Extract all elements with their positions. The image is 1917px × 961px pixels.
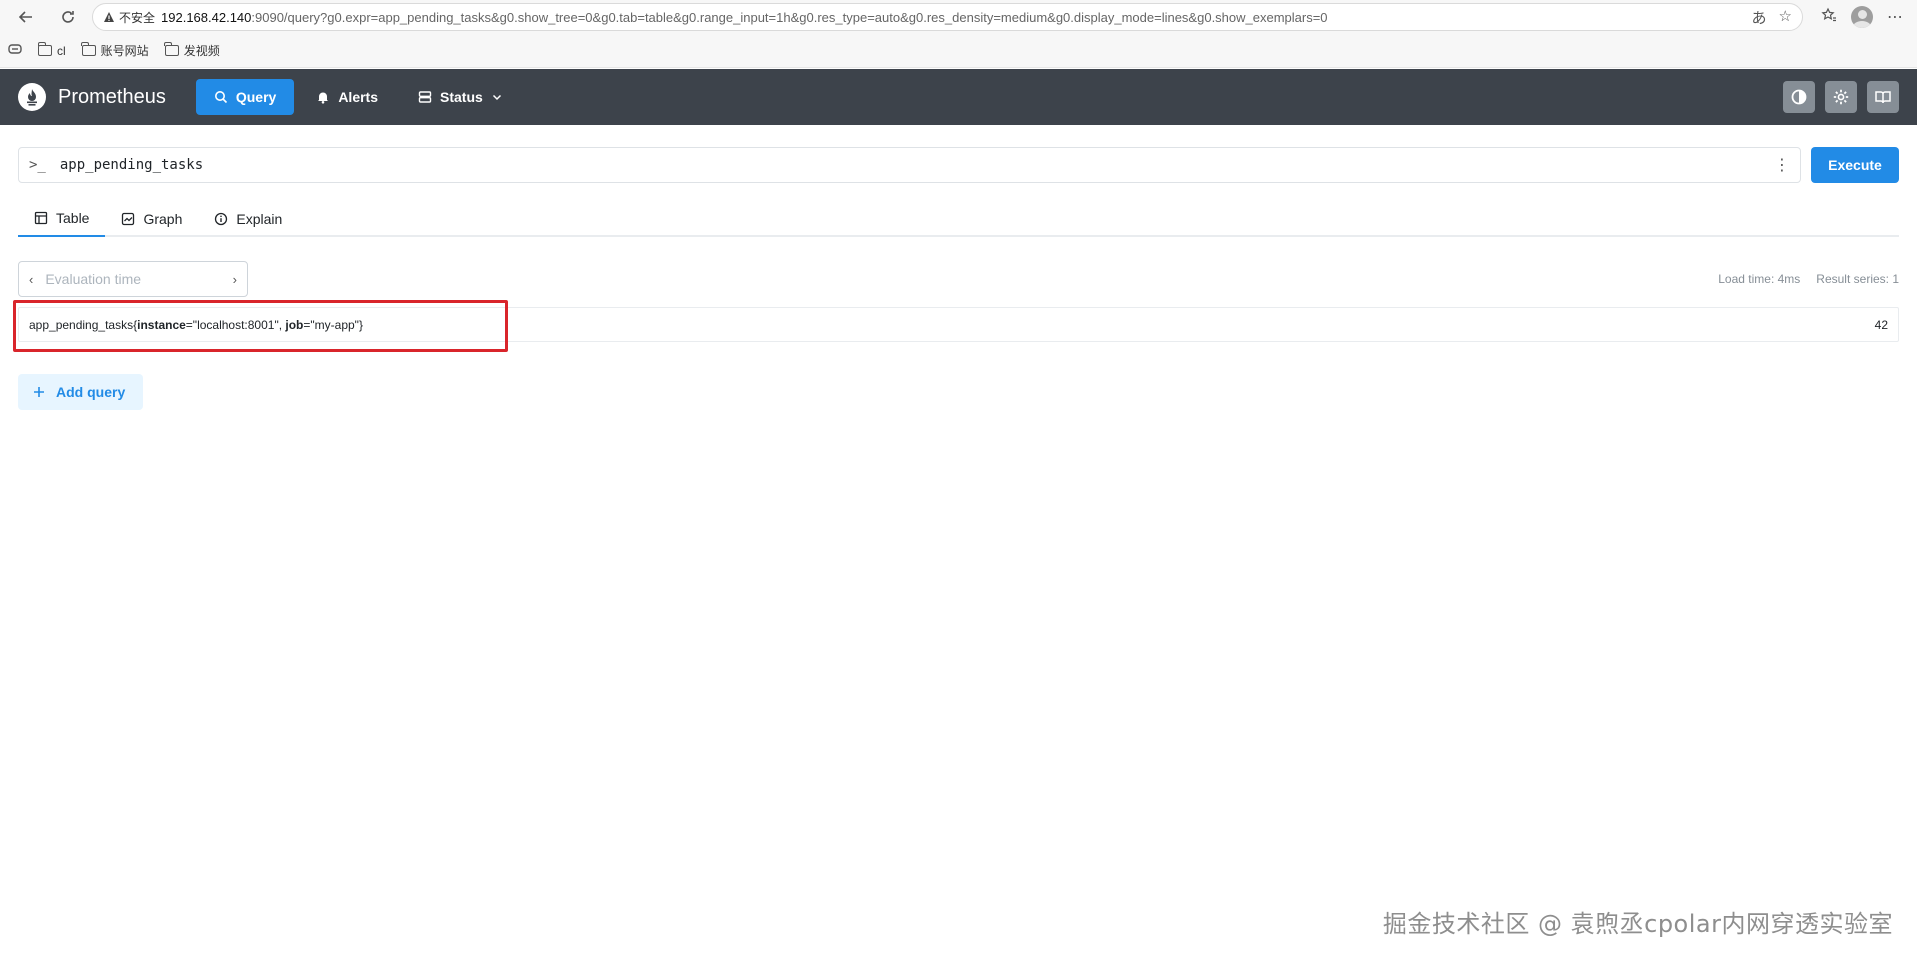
more-options-icon[interactable]: ⋮ (1774, 155, 1790, 175)
url-text: 192.168.42.140:9090/query?g0.expr=app_pe… (161, 10, 1746, 25)
expression-input[interactable]: >_ app_pending_tasks ⋮ (18, 147, 1801, 183)
browser-toolbar: 不安全 192.168.42.140:9090/query?g0.expr=ap… (0, 0, 1917, 34)
brand[interactable]: Prometheus (18, 83, 166, 111)
theme-toggle-button[interactable] (1783, 81, 1815, 113)
nav-query[interactable]: Query (195, 79, 295, 115)
plus-icon (34, 387, 44, 397)
back-button[interactable] (8, 2, 44, 32)
execute-button[interactable]: Execute (1811, 147, 1899, 183)
chevron-right-icon[interactable]: › (233, 272, 237, 287)
nav-status[interactable]: Status (400, 79, 521, 115)
settings-button[interactable] (1825, 81, 1857, 113)
url-host: 192.168.42.140 (161, 9, 252, 25)
nav-alerts-label: Alerts (338, 89, 378, 105)
evaluation-time-picker[interactable]: ‹ Evaluation time › (18, 261, 248, 297)
brand-title: Prometheus (58, 85, 166, 108)
folder-icon (164, 42, 179, 56)
result-tabs: Table Graph Explain (18, 201, 1899, 237)
contrast-icon (1791, 89, 1807, 105)
series-value: 42 (1874, 317, 1888, 332)
chevron-down-icon (492, 94, 501, 101)
tab-graph[interactable]: Graph (105, 201, 198, 237)
bookmark-folder[interactable]: cl (37, 42, 66, 58)
tab-actions-icon[interactable] (8, 43, 22, 58)
info-icon (215, 212, 228, 226)
folder-icon (81, 42, 96, 56)
favorites-icon[interactable] (1821, 7, 1837, 28)
result-series-count: Result series: 1 (1816, 272, 1899, 286)
bookmark-folder[interactable]: 发视频 (164, 42, 220, 59)
tab-table-label: Table (56, 210, 90, 226)
load-time: Load time: 4ms (1718, 272, 1801, 286)
documentation-button[interactable] (1867, 81, 1899, 113)
server-icon (418, 91, 432, 103)
bookmark-folder[interactable]: 账号网站 (81, 42, 149, 59)
security-warning[interactable]: 不安全 (103, 9, 155, 26)
expression-text[interactable]: app_pending_tasks (60, 157, 1760, 173)
address-bar[interactable]: 不安全 192.168.42.140:9090/query?g0.expr=ap… (92, 3, 1803, 31)
result-table: app_pending_tasks{instance="localhost:80… (13, 300, 1899, 352)
nav-query-label: Query (235, 89, 277, 105)
profile-avatar[interactable] (1851, 6, 1873, 28)
tab-graph-label: Graph (143, 211, 183, 227)
nav-status-label: Status (440, 89, 483, 105)
prometheus-app: Prometheus Query Alerts Status >_ app_pe… (0, 69, 1917, 961)
bookmarks-bar: cl 账号网站 发视频 (0, 34, 1917, 68)
search-icon (214, 91, 227, 104)
folder-icon (37, 42, 52, 56)
red-highlight-box (13, 300, 508, 352)
query-panel: >_ app_pending_tasks ⋮ Execute Table Gra… (0, 125, 1917, 432)
arrow-left-icon (18, 11, 32, 23)
reload-icon (62, 11, 74, 23)
url-path: :9090/query?g0.expr=app_pending_tasks&g0… (251, 9, 1328, 25)
add-query-label: Add query (56, 384, 126, 400)
nav-alerts[interactable]: Alerts (298, 79, 396, 115)
translate-icon[interactable]: あ (1752, 7, 1767, 28)
tab-table[interactable]: Table (18, 201, 106, 237)
security-label: 不安全 (119, 10, 156, 25)
evaluation-time-placeholder: Evaluation time (45, 271, 142, 287)
bell-icon (318, 92, 329, 104)
watermark: 掘金技术社区 @ 袁煦丞cpolar内网穿透实验室 (1382, 910, 1893, 938)
warning-triangle-icon (104, 12, 114, 22)
book-icon (1875, 91, 1891, 104)
app-header: Prometheus Query Alerts Status (0, 69, 1917, 125)
prompt-icon: >_ (29, 157, 46, 173)
more-menu-icon[interactable]: ⋯ (1887, 7, 1903, 27)
add-query-button[interactable]: Add query (18, 374, 144, 410)
chevron-left-icon[interactable]: ‹ (29, 272, 33, 287)
tab-explain[interactable]: Explain (198, 201, 298, 237)
reload-button[interactable] (50, 2, 86, 32)
prometheus-logo-icon (18, 83, 46, 111)
table-icon (34, 211, 48, 225)
tab-explain-label: Explain (236, 211, 283, 227)
star-icon[interactable]: ☆ (1779, 7, 1792, 28)
gear-icon (1833, 89, 1849, 105)
chart-icon (122, 212, 135, 226)
